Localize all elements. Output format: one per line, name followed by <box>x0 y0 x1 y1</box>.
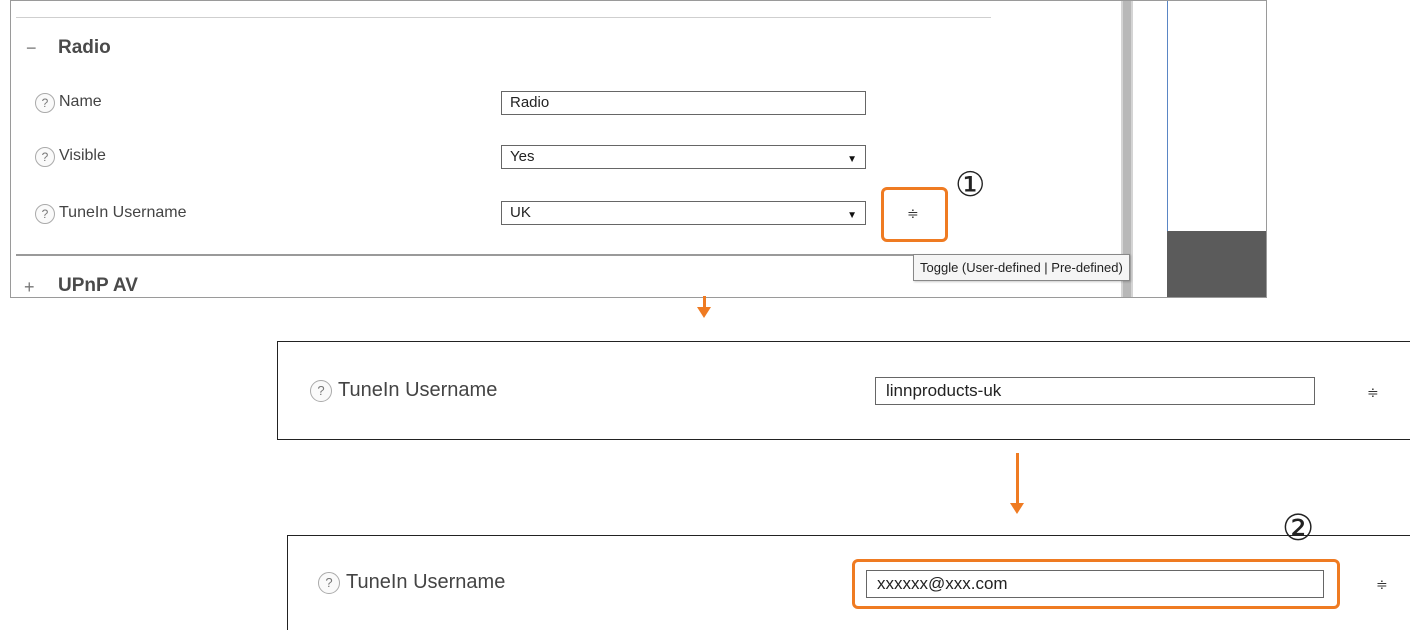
tunein-username-label: TuneIn Username <box>346 571 506 593</box>
section-title-upnp: UPnP AV <box>58 275 138 296</box>
help-icon[interactable]: ? <box>318 572 340 594</box>
down-arrow-icon <box>1010 503 1024 514</box>
stepper-toggle-icon[interactable]: ≑ <box>907 205 919 222</box>
tunein-username-label: TuneIn Username <box>338 379 498 401</box>
help-icon[interactable]: ? <box>35 93 55 113</box>
tunein-username-label: TuneIn Username <box>59 204 187 221</box>
settings-panel: − Radio ? Name Radio ? Visible Yes ▼ ? T… <box>10 0 1267 298</box>
stepper-toggle-icon[interactable]: ≑ <box>1376 576 1388 593</box>
scrollbar-thumb[interactable] <box>1123 1 1131 297</box>
section-divider <box>16 254 1016 256</box>
tunein-username-input-value: linnproducts-uk <box>886 381 1002 400</box>
tunein-username-select-value: UK <box>510 204 531 221</box>
tunein-username-input[interactable]: xxxxxx@xxx.com <box>866 570 1324 598</box>
arrow-line <box>1016 453 1019 505</box>
name-input[interactable]: Radio <box>501 91 866 115</box>
tunein-entered-panel: ? TuneIn Username xxxxxx@xxx.com ≑ <box>287 535 1410 630</box>
name-label: Name <box>59 93 102 110</box>
help-icon[interactable]: ? <box>35 204 55 224</box>
tunein-username-input-value: xxxxxx@xxx.com <box>877 574 1008 593</box>
name-input-value: Radio <box>510 94 550 111</box>
preview-pane-dark <box>1167 231 1266 297</box>
toggle-tooltip: Toggle (User-defined | Pre-defined) <box>913 254 1130 281</box>
expand-upnp-toggle[interactable]: + <box>24 277 35 297</box>
visible-label: Visible <box>59 147 106 164</box>
stepper-toggle-icon[interactable]: ≑ <box>1367 384 1379 401</box>
tunein-username-input[interactable]: linnproducts-uk <box>875 377 1315 405</box>
visible-select[interactable]: Yes ▼ <box>501 145 866 169</box>
tunein-user-defined-panel: ? TuneIn Username linnproducts-uk ≑ <box>277 341 1410 440</box>
tunein-username-select[interactable]: UK ▼ <box>501 201 866 225</box>
dropdown-arrow-icon: ▼ <box>847 154 857 165</box>
visible-select-value: Yes <box>510 148 535 165</box>
down-arrow-icon <box>697 307 711 318</box>
step-marker-1: ① <box>955 165 986 205</box>
dropdown-arrow-icon: ▼ <box>847 210 857 221</box>
help-icon[interactable]: ? <box>35 147 55 167</box>
preview-pane <box>1167 1 1266 231</box>
section-title-radio: Radio <box>58 37 111 58</box>
section-divider-top <box>16 17 991 18</box>
help-icon[interactable]: ? <box>310 380 332 402</box>
collapse-radio-toggle[interactable]: − <box>26 38 37 59</box>
step-marker-2: ② <box>1282 508 1315 549</box>
